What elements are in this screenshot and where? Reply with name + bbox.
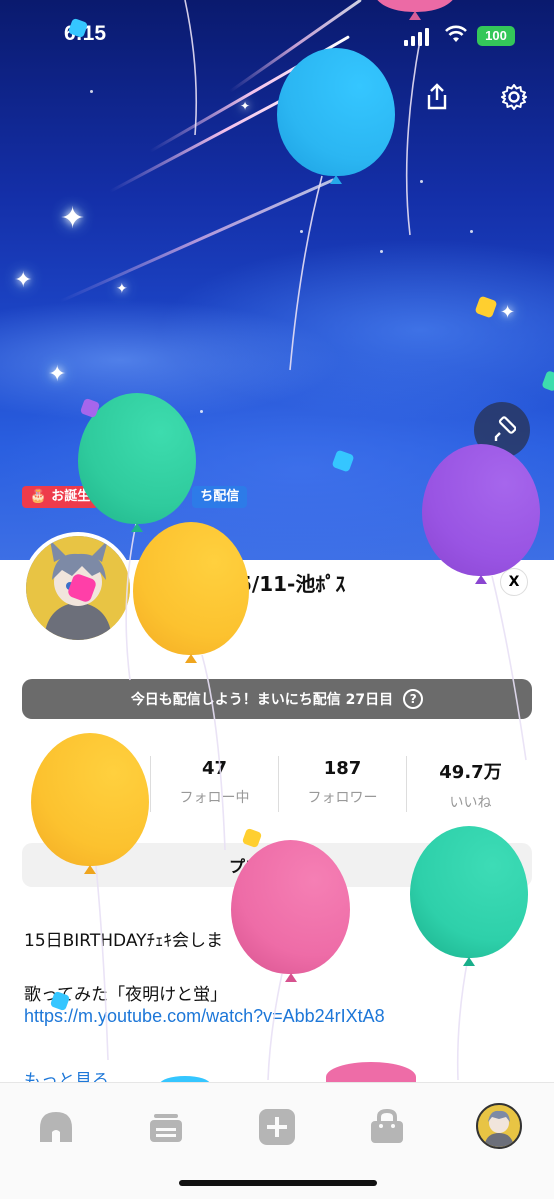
likes-count: 49.7万 (439, 762, 502, 783)
daily-stream-badge-label: ち配信 (200, 489, 240, 504)
bio-line-1: 15日BIRTHDAYﾁｪｷ会しま (24, 931, 224, 951)
battery-indicator: 100 (477, 26, 515, 46)
daily-stream-streak-banner[interactable]: 今日も配信しよう！まいにち配信 27日目 ? (22, 679, 532, 719)
home-indicator (179, 1180, 377, 1186)
balloon-decoration (231, 840, 350, 982)
balloon-decoration (422, 444, 540, 584)
followers-count: 187 (323, 758, 362, 779)
wifi-icon (445, 25, 467, 42)
cellular-signal-icon (404, 28, 429, 46)
followers-label: フォロワー (307, 790, 378, 806)
sparkle-icon: ✦ (48, 362, 67, 387)
balloon-decoration (31, 733, 149, 874)
balloon-decoration (133, 522, 249, 663)
followers-stat[interactable]: 187 フォロワー (278, 756, 406, 812)
shooting-star (59, 178, 335, 303)
shop-icon[interactable] (367, 1107, 407, 1147)
following-count: 47 (201, 758, 228, 779)
x-logo-icon: X (508, 574, 520, 590)
sparkle-icon: ✦ (60, 201, 86, 236)
sparkle-icon: ✦ (116, 281, 128, 297)
sparkle-icon: ✦ (240, 99, 251, 113)
likes-stat[interactable]: 49.7万 いいね (406, 756, 534, 812)
username: 5/11-池ﾎﾟｽ (238, 572, 346, 596)
cake-icon: 🎂 (30, 489, 47, 504)
home-icon[interactable] (36, 1107, 76, 1147)
sparkle-icon: ✦ (14, 268, 33, 293)
likes-label: いいね (449, 795, 492, 811)
share-icon[interactable] (422, 82, 452, 112)
balloon-decoration (277, 48, 395, 184)
daily-stream-badge[interactable]: ち配信 (192, 486, 248, 508)
following-stat[interactable]: 47 フォロー中 (150, 756, 278, 812)
profile-screen: ✦ ✦ ✦ ✦ ✦ ✦ 6:15 100 🎂 お誕生 ち配信 5/11-池ﾎﾟｽ… (0, 0, 554, 1199)
x-social-link-button[interactable]: X (500, 568, 528, 596)
feed-icon[interactable] (146, 1107, 186, 1147)
sparkle-icon: ✦ (500, 302, 516, 323)
streak-text: 今日も配信しよう！まいにち配信 27日目 (130, 692, 394, 708)
balloon-decoration (410, 826, 528, 966)
youtube-link[interactable]: https://m.youtube.com/watch?v=Abb24rIXtA… (24, 1006, 385, 1027)
help-icon[interactable]: ? (403, 689, 424, 709)
profile-stats: 47 フォロー中 187 フォロワー 49.7万 いいね (150, 756, 534, 812)
plus-icon[interactable] (257, 1107, 297, 1147)
following-label: フォロー中 (179, 790, 250, 806)
gear-icon[interactable] (499, 82, 529, 112)
profile-avatar-icon[interactable] (476, 1103, 522, 1149)
